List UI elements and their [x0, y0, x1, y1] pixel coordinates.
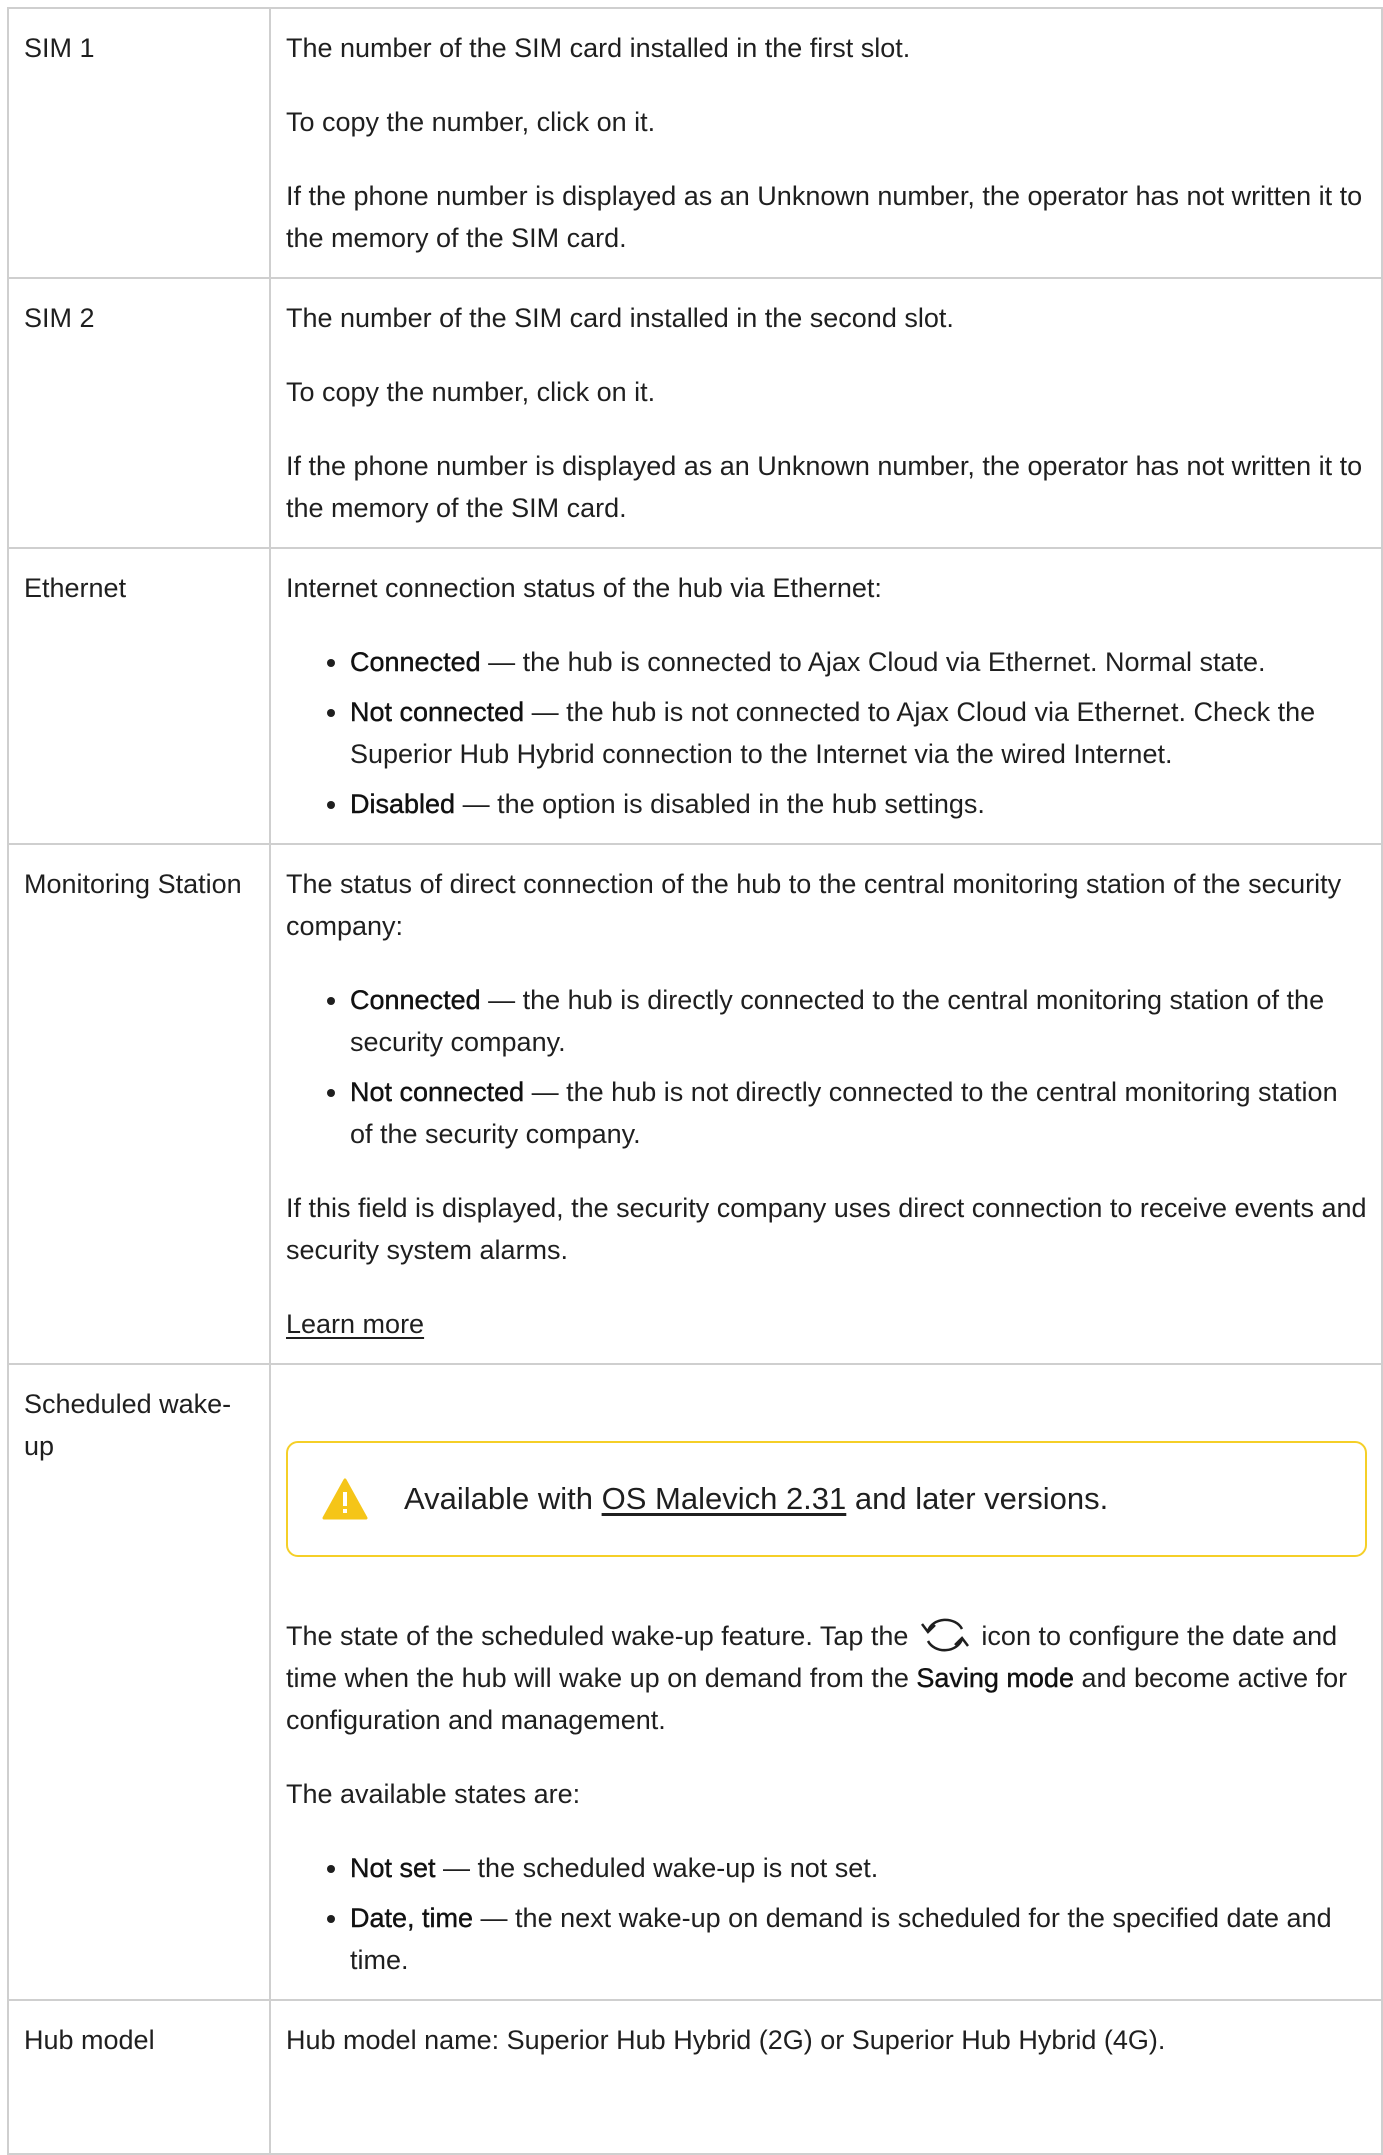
status-term: Connected [350, 985, 481, 1015]
table-row: Hub model Hub model name: Superior Hub H… [7, 1999, 1383, 2155]
paragraph: The available states are: [286, 1779, 581, 1809]
row-description: The number of the SIM card installed in … [269, 277, 1383, 549]
list-item: Disabled — the option is disabled in the… [350, 783, 1367, 825]
table-row: Monitoring Station The status of direct … [7, 843, 1383, 1365]
paragraph: The state of the scheduled wake-up featu… [286, 1613, 1367, 1741]
status-text: — the hub is directly connected to the c… [350, 985, 1325, 1057]
table-row: SIM 1 The number of the SIM card install… [7, 7, 1383, 279]
paragraph: Internet connection status of the hub vi… [286, 573, 882, 603]
status-list: Connected — the hub is directly connecte… [286, 979, 1367, 1155]
paragraph: If this field is displayed, the security… [286, 1193, 1367, 1265]
callout-prefix: Available with [404, 1481, 602, 1516]
paragraph: The number of the SIM card installed in … [286, 33, 911, 63]
status-term: Not set [350, 1853, 436, 1883]
status-term: Not connected [350, 697, 525, 727]
paragraph: The status of direct connection of the h… [286, 869, 1342, 941]
status-term: Not connected [350, 1077, 525, 1107]
table-row: Scheduled wake-up Available with OS Male… [7, 1363, 1383, 2001]
status-term: Disabled [350, 789, 456, 819]
row-description: Internet connection status of the hub vi… [269, 547, 1383, 845]
row-label: Monitoring Station [7, 843, 271, 1365]
row-description: Available with OS Malevich 2.31 and late… [269, 1363, 1383, 2001]
list-item: Not connected — the hub is not connected… [350, 691, 1367, 775]
list-item: Date, time — the next wake-up on demand … [350, 1897, 1367, 1981]
paragraph: Hub model name: Superior Hub Hybrid (2G)… [286, 2025, 1166, 2055]
info-callout: Available with OS Malevich 2.31 and late… [286, 1441, 1367, 1557]
paragraph: To copy the number, click on it. [286, 377, 656, 407]
hub-states-table: SIM 1 The number of the SIM card install… [7, 7, 1383, 2155]
desc-prefix: The state of the scheduled wake-up featu… [286, 1621, 916, 1651]
status-list: Not set — the scheduled wake-up is not s… [286, 1847, 1367, 1981]
warning-triangle-icon [322, 1478, 368, 1520]
list-item: Connected — the hub is connected to Ajax… [350, 641, 1367, 683]
callout-text: Available with OS Malevich 2.31 and late… [404, 1478, 1108, 1520]
status-text: — the next wake-up on demand is schedule… [350, 1903, 1332, 1975]
os-version-link[interactable]: OS Malevich 2.31 [602, 1481, 847, 1516]
status-text: — the hub is connected to Ajax Cloud via… [480, 647, 1266, 677]
row-label: Hub model [7, 1999, 271, 2155]
paragraph: The number of the SIM card installed in … [286, 303, 954, 333]
callout-suffix: and later versions. [846, 1481, 1109, 1516]
paragraph [286, 2093, 1367, 2135]
list-item: Not connected — the hub is not directly … [350, 1071, 1367, 1155]
paragraph: If the phone number is displayed as an U… [286, 181, 1363, 253]
list-item: Not set — the scheduled wake-up is not s… [350, 1847, 1367, 1889]
status-text: — the option is disabled in the hub sett… [455, 789, 985, 819]
table-row: SIM 2 The number of the SIM card install… [7, 277, 1383, 549]
row-label: Ethernet [7, 547, 271, 845]
row-label: Scheduled wake-up [7, 1363, 271, 2001]
status-list: Connected — the hub is connected to Ajax… [286, 641, 1367, 825]
row-label: SIM 2 [7, 277, 271, 549]
status-term: Date, time [350, 1903, 474, 1933]
table-row: Ethernet Internet connection status of t… [7, 547, 1383, 845]
list-item: Connected — the hub is directly connecte… [350, 979, 1367, 1063]
paragraph: To copy the number, click on it. [286, 107, 656, 137]
status-term: Connected [350, 647, 481, 677]
refresh-icon [920, 1618, 969, 1652]
status-text: — the scheduled wake-up is not set. [435, 1853, 879, 1883]
paragraph: If the phone number is displayed as an U… [286, 451, 1363, 523]
saving-mode-term: Saving mode [916, 1663, 1074, 1693]
row-description: The number of the SIM card installed in … [269, 7, 1383, 279]
row-description: Hub model name: Superior Hub Hybrid (2G)… [269, 1999, 1383, 2155]
learn-more-link[interactable]: Learn more [286, 1309, 424, 1339]
row-label: SIM 1 [7, 7, 271, 279]
paragraph: Learn more [286, 1303, 1367, 1345]
row-description: The status of direct connection of the h… [269, 843, 1383, 1365]
